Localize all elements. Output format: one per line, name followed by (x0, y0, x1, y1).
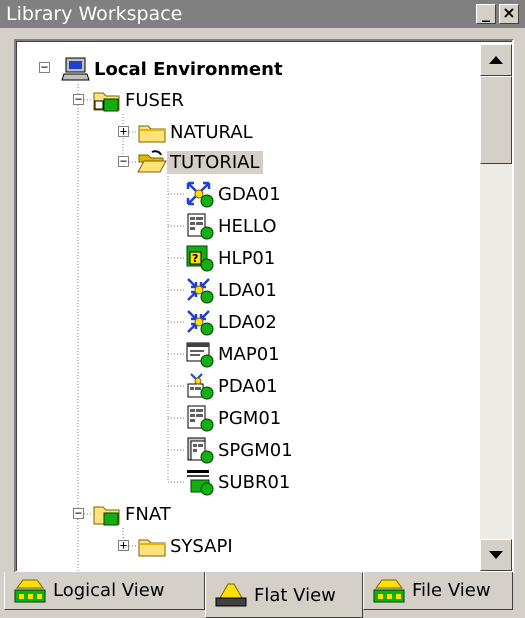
tree-node-label: SYSAPI (170, 535, 233, 557)
tree-node-label: LDA01 (218, 279, 277, 301)
close-icon: × (502, 3, 516, 22)
tree-node-hlp01[interactable]: ? HLP01 (185, 243, 278, 273)
tree-node-label: LDA02 (218, 311, 277, 333)
tree-node-subr01[interactable]: SUBR01 (185, 467, 293, 497)
tree-node-lda02[interactable]: LDA02 (185, 307, 280, 337)
tree-node-label: TUTORIAL (167, 150, 263, 174)
minimize-button[interactable]: _ (476, 3, 496, 24)
scrollbar-thumb[interactable] (480, 76, 512, 164)
tree-node-pda01[interactable]: PDA01 (185, 371, 281, 401)
tree-node-label: MAP01 (218, 343, 280, 365)
tab-file-view[interactable]: File View (363, 572, 513, 610)
subroutine-icon (187, 470, 214, 496)
tree-node-label: PDA01 (218, 375, 278, 397)
tree-node-label: PGM01 (218, 407, 282, 429)
vertical-scrollbar[interactable] (480, 44, 512, 571)
library-folder-icon (93, 506, 120, 526)
svg-text:?: ? (192, 252, 198, 265)
tutorial-collapse-toggle[interactable]: − (118, 154, 129, 168)
tree-node-fnat[interactable]: FNAT (92, 499, 174, 529)
flat-view-icon (215, 583, 247, 607)
tree-node-natural[interactable]: NATURAL (137, 117, 256, 147)
computer-icon (61, 57, 90, 81)
tree-node-label: HLP01 (218, 247, 276, 269)
map-icon (186, 342, 214, 368)
arrow-up-icon (489, 56, 503, 64)
tree-node-fuser[interactable]: FUSER (92, 85, 187, 115)
tree-node-local-environment[interactable]: Local Environment (61, 54, 286, 84)
tree-node-label: Local Environment (94, 58, 283, 80)
tree-node-label: SPGM01 (218, 439, 293, 461)
folder-icon (138, 539, 166, 557)
title-bar: Library Workspace _ × (0, 0, 525, 28)
tree-node-label: FNAT (125, 503, 171, 525)
program-icon (187, 405, 214, 432)
tree-node-tutorial[interactable]: TUTORIAL (137, 147, 263, 177)
file-view-icon (373, 579, 405, 602)
tree-node-spgm01[interactable]: SPGM01 (185, 435, 296, 465)
library-tree: − Local Environment − FUSER + NATURAL − … (14, 39, 514, 573)
root-collapse-toggle[interactable]: − (39, 60, 50, 74)
tree-node-label: SUBR01 (218, 471, 291, 493)
arrow-down-icon (489, 551, 503, 559)
tab-label: File View (412, 580, 491, 601)
tree-node-label: FUSER (125, 89, 184, 111)
local-data-area-icon (187, 310, 214, 336)
parameter-data-area-icon (187, 373, 214, 400)
program-icon (187, 213, 214, 240)
scroll-down-button[interactable] (480, 539, 512, 571)
tab-flat-view[interactable]: Flat View (205, 572, 363, 618)
natural-expand-toggle[interactable]: + (118, 124, 129, 138)
subprogram-icon (187, 437, 214, 464)
fnat-collapse-toggle[interactable]: − (73, 506, 84, 520)
view-tabs: Logical View Flat View File View (0, 572, 525, 618)
library-folder-icon (93, 92, 120, 112)
global-data-area-icon (186, 181, 214, 208)
tree-node-gda01[interactable]: GDA01 (185, 179, 284, 209)
tab-logical-view[interactable]: Logical View (4, 572, 205, 610)
tree-node-label: GDA01 (218, 183, 281, 205)
fuser-collapse-toggle[interactable]: − (73, 92, 84, 106)
minimize-icon: _ (482, 3, 490, 22)
sysapi-expand-toggle[interactable]: + (118, 538, 129, 552)
tree-node-pgm01[interactable]: PGM01 (185, 403, 284, 433)
tree-node-lda01[interactable]: LDA01 (185, 275, 280, 305)
tab-label: Logical View (53, 580, 165, 601)
tree-node-sysapi[interactable]: SYSAPI (137, 531, 236, 561)
open-folder-icon (137, 150, 167, 173)
tree-node-map01[interactable]: MAP01 (185, 339, 283, 369)
tab-label: Flat View (254, 584, 336, 606)
tree-node-label: HELLO (218, 215, 277, 237)
tree-node-hello[interactable]: HELLO (185, 211, 280, 241)
local-data-area-icon (187, 278, 214, 304)
scroll-up-button[interactable] (480, 44, 512, 76)
tree-node-label: NATURAL (170, 121, 253, 143)
close-button[interactable]: × (499, 3, 519, 24)
window-title: Library Workspace (6, 3, 183, 25)
logical-view-icon (14, 579, 46, 602)
folder-icon (138, 125, 166, 143)
helproutine-icon: ? (186, 245, 214, 272)
